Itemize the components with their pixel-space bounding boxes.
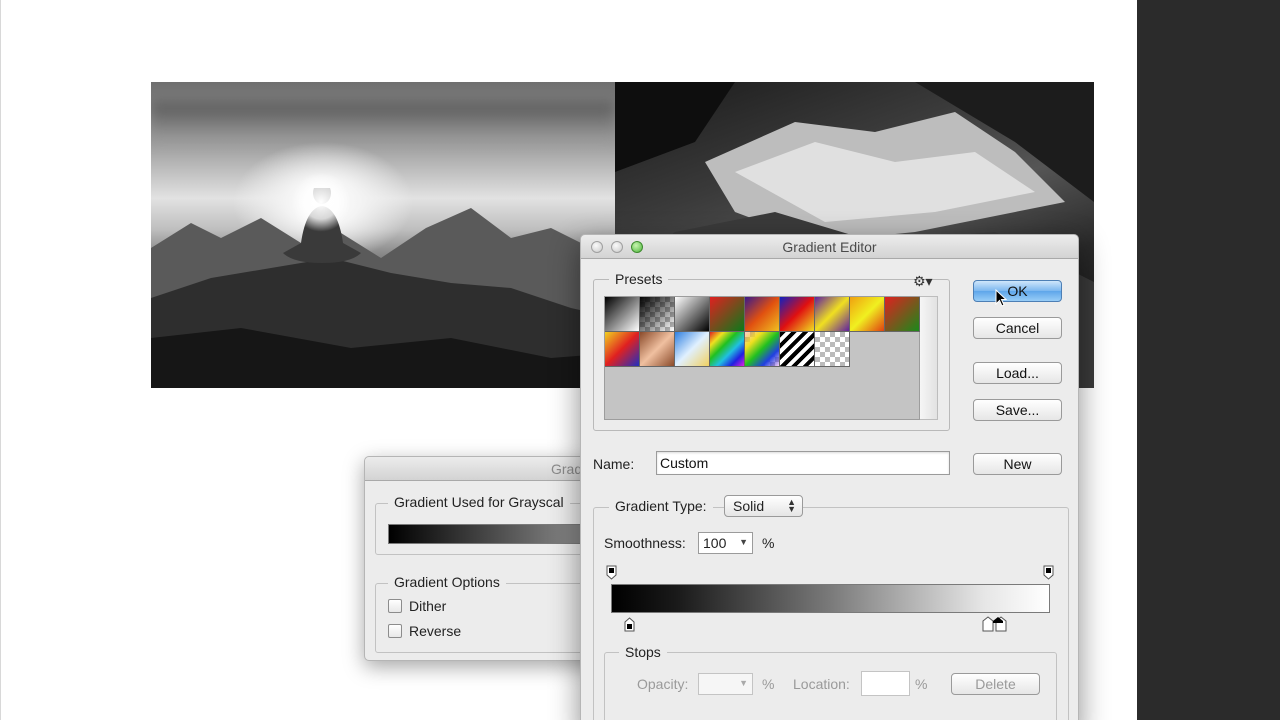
opacity-input: ▼	[698, 673, 753, 695]
dropdown-arrow-icon: ▼	[739, 678, 748, 688]
mountain-silhouette	[151, 188, 615, 388]
opacity-percent: %	[762, 676, 775, 692]
zoom-window-icon[interactable]	[631, 241, 643, 253]
preset-swatch[interactable]	[640, 297, 675, 332]
smoothness-input[interactable]: 100 ▼	[698, 532, 753, 554]
opacity-label: Opacity:	[637, 676, 689, 692]
reverse-label: Reverse	[409, 623, 462, 639]
reverse-checkbox-row[interactable]: Reverse	[388, 623, 461, 639]
gradient-map-title: Grad	[551, 461, 583, 477]
gradient-editor-dialog: Gradient Editor Presets ⚙▾ OK Cancel Loa…	[580, 234, 1079, 720]
name-label: Name:	[593, 456, 635, 472]
stepper-arrows-icon: ▲ ▼	[787, 497, 796, 514]
mouse-cursor-icon	[995, 289, 1007, 307]
close-window-icon[interactable]	[591, 241, 603, 253]
cancel-button[interactable]: Cancel	[973, 317, 1062, 339]
preset-swatch[interactable]	[780, 332, 815, 367]
smoothness-percent: %	[762, 535, 775, 551]
gradient-options-label: Gradient Options	[388, 574, 506, 590]
preset-swatch[interactable]	[710, 297, 745, 332]
preset-swatch[interactable]	[885, 297, 920, 332]
opacity-stop-right[interactable]	[1043, 565, 1054, 580]
name-input[interactable]: Custom	[656, 451, 950, 475]
gradient-editor-title: Gradient Editor	[782, 239, 877, 255]
preset-swatch[interactable]	[675, 297, 710, 332]
save-button[interactable]: Save...	[973, 399, 1062, 421]
canvas-edge	[0, 0, 1, 720]
smoothness-label: Smoothness:	[604, 535, 686, 551]
new-button[interactable]: New	[973, 453, 1062, 475]
load-button[interactable]: Load...	[973, 362, 1062, 384]
settings-gear-icon[interactable]: ⚙▾	[913, 273, 933, 290]
sun-glow	[291, 172, 351, 232]
gradient-bar[interactable]	[611, 584, 1050, 613]
location-label: Location:	[793, 676, 850, 692]
reverse-checkbox[interactable]	[388, 624, 402, 638]
smoothness-value: 100	[703, 535, 727, 551]
preset-swatch[interactable]	[710, 332, 745, 367]
minimize-window-icon[interactable]	[611, 241, 623, 253]
preset-swatch[interactable]	[605, 297, 640, 332]
gradient-used-label: Gradient Used for Grayscal	[388, 494, 570, 510]
preset-swatch[interactable]	[605, 332, 640, 367]
meditation-photo	[151, 82, 615, 388]
color-stop-black[interactable]	[624, 617, 635, 632]
preset-swatch[interactable]	[745, 332, 780, 367]
dither-checkbox[interactable]	[388, 599, 402, 613]
opacity-stop-left[interactable]	[606, 565, 617, 580]
gradient-type-value: Solid	[733, 498, 765, 514]
presets-grid	[604, 296, 920, 420]
stops-label: Stops	[619, 644, 667, 660]
gradient-editor-titlebar: Gradient Editor	[581, 235, 1078, 259]
dropdown-arrow-icon[interactable]: ▼	[739, 537, 748, 547]
color-stop-white-pair[interactable]	[982, 616, 1012, 633]
dither-label: Dither	[409, 598, 447, 614]
preset-swatch[interactable]	[815, 332, 850, 367]
preset-swatch[interactable]	[675, 332, 710, 367]
preset-swatch[interactable]	[640, 332, 675, 367]
presets-scrollbar[interactable]	[920, 296, 938, 420]
gradient-type-label: Gradient Type:	[609, 498, 713, 514]
dither-checkbox-row[interactable]: Dither	[388, 598, 446, 614]
presets-label: Presets	[609, 271, 669, 287]
preset-swatch[interactable]	[745, 297, 780, 332]
ok-button[interactable]: OK	[973, 280, 1062, 302]
preset-swatch[interactable]	[780, 297, 815, 332]
preset-swatch[interactable]	[815, 297, 850, 332]
preset-swatch[interactable]	[850, 297, 885, 332]
delete-button: Delete	[951, 673, 1040, 695]
location-percent: %	[915, 676, 928, 692]
workspace-background	[1137, 0, 1280, 720]
location-input	[861, 671, 910, 696]
gradient-type-select[interactable]: Solid ▲ ▼	[724, 495, 803, 517]
